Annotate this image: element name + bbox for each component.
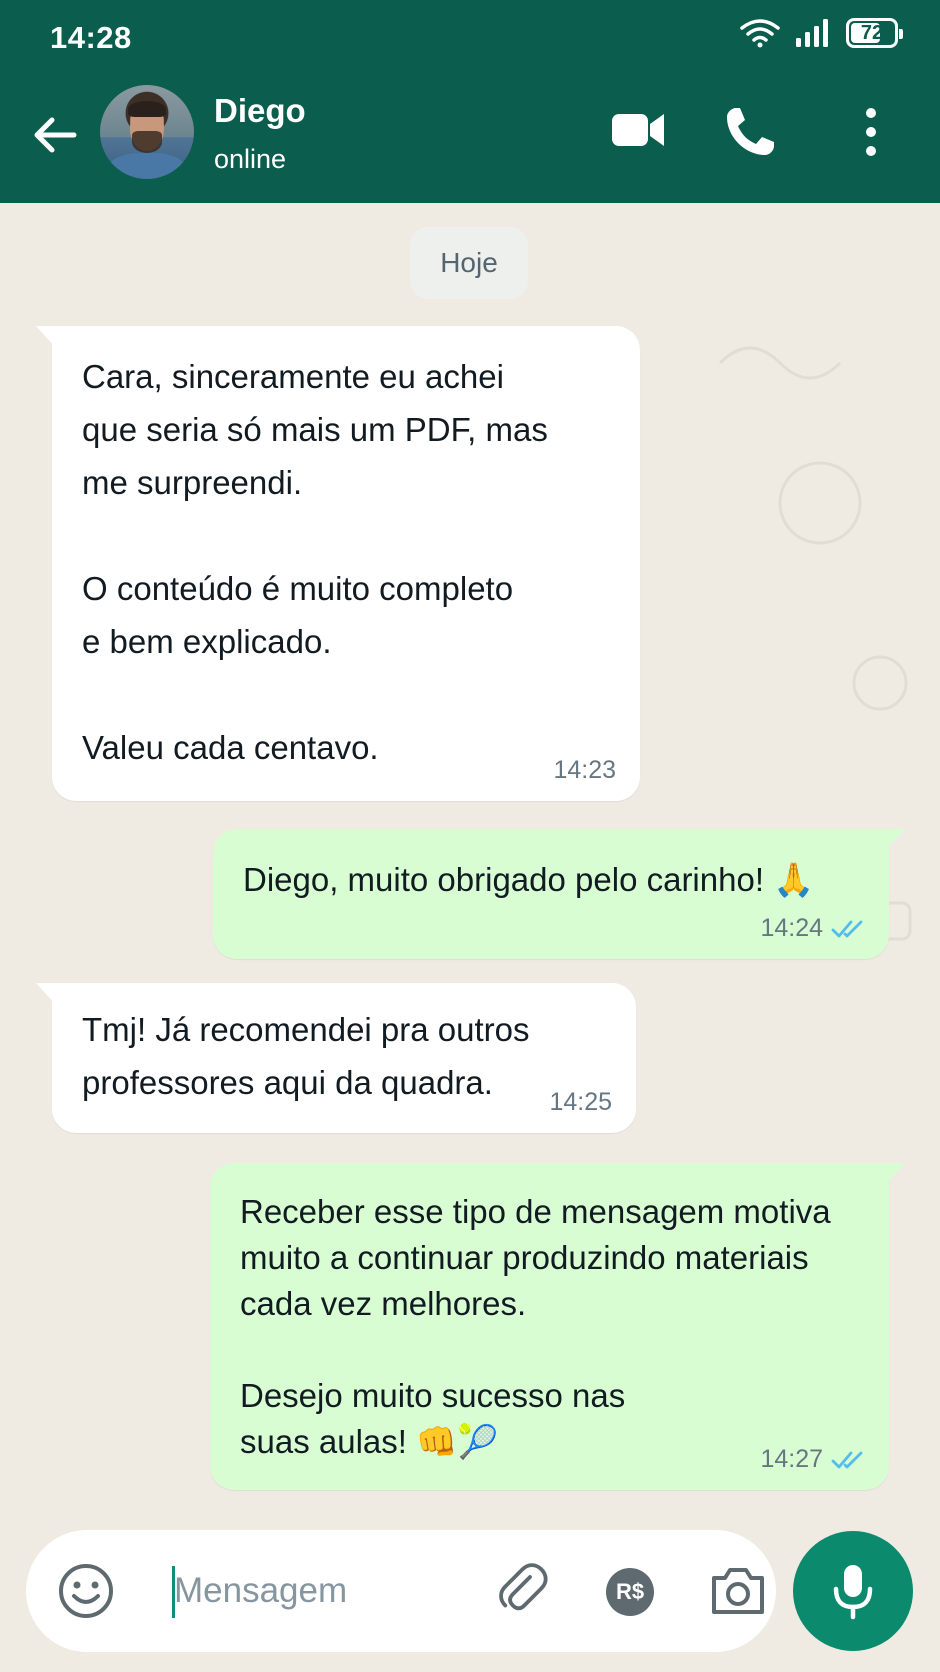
message-bubble-outgoing[interactable]: Diego, muito obrigado pelo carinho! 🙏 14… xyxy=(213,829,905,959)
microphone-icon xyxy=(833,1565,873,1620)
contact-status: online xyxy=(214,144,287,174)
message-time: 14:23 xyxy=(553,756,616,784)
date-separator: Hoje xyxy=(410,227,528,299)
status-icons: 72 xyxy=(740,18,903,48)
avatar-hair-shape xyxy=(128,101,166,117)
message-bubble-outgoing[interactable]: Receber esse tipo de mensagem motiva mui… xyxy=(210,1163,905,1490)
paperclip-icon[interactable] xyxy=(496,1560,556,1620)
camera-icon[interactable] xyxy=(708,1562,768,1618)
phone-call-icon[interactable] xyxy=(722,104,778,160)
microphone-button[interactable] xyxy=(793,1531,913,1651)
read-receipt-icon xyxy=(831,920,863,937)
message-text: Cara, sinceramente eu achei que seria só… xyxy=(82,358,548,766)
read-receipt-icon xyxy=(831,1451,863,1468)
message-text: Diego, muito obrigado pelo carinho! 🙏 xyxy=(243,861,815,898)
wifi-icon xyxy=(740,19,780,48)
more-options-icon[interactable] xyxy=(856,104,886,160)
avatar-body-shape xyxy=(108,153,186,179)
bubble-tail xyxy=(36,326,56,348)
message-time: 14:25 xyxy=(549,1088,612,1116)
back-arrow-icon[interactable] xyxy=(30,110,80,160)
bubble-tail xyxy=(885,1163,905,1185)
battery-level: 72 xyxy=(860,21,884,44)
message-time: 14:27 xyxy=(760,1445,823,1473)
bubble-tail xyxy=(36,983,56,1005)
message-bubble-incoming[interactable]: Tmj! Já recomendei pra outros professore… xyxy=(36,983,636,1133)
message-bubble-incoming[interactable]: Cara, sinceramente eu achei que seria só… xyxy=(36,326,640,801)
message-input[interactable] xyxy=(174,1560,464,1622)
contact-name[interactable]: Diego xyxy=(214,92,306,130)
message-composer: R$ xyxy=(26,1530,776,1652)
avatar-beard-shape xyxy=(132,131,162,153)
status-time: 14:28 xyxy=(50,20,132,55)
message-text: Receber esse tipo de mensagem motiva mui… xyxy=(240,1193,831,1460)
avatar[interactable] xyxy=(100,85,194,179)
payment-icon[interactable]: R$ xyxy=(606,1568,654,1616)
battery-icon: 72 xyxy=(846,18,903,48)
signal-icon xyxy=(796,19,828,47)
message-meta: 14:24 xyxy=(760,916,865,941)
bubble-tail xyxy=(885,829,905,851)
video-call-icon[interactable] xyxy=(610,108,666,152)
message-meta: 14:27 xyxy=(760,1447,865,1472)
message-text: Tmj! Já recomendei pra outros professore… xyxy=(82,1011,530,1101)
message-time: 14:24 xyxy=(760,914,823,942)
message-meta: 14:25 xyxy=(549,1090,612,1115)
emoji-icon[interactable] xyxy=(56,1561,116,1621)
chat-header: 14:28 72 Diego online xyxy=(0,0,940,203)
message-meta: 14:23 xyxy=(553,758,616,783)
